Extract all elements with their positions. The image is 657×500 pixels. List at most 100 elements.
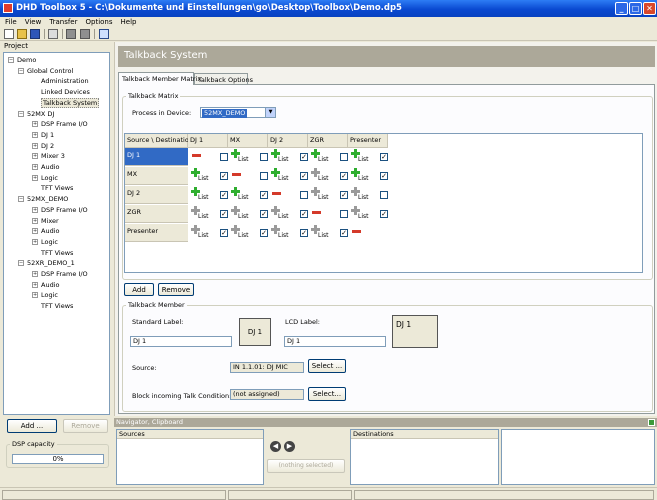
source-select-button[interactable]: Select ... bbox=[308, 359, 346, 373]
tree-item[interactable]: TFT Views bbox=[32, 302, 73, 311]
project-tree[interactable]: − Demo − Global Control Administration Linked… bbox=[3, 52, 110, 415]
matrix-checkbox[interactable]: ✓ bbox=[220, 210, 228, 218]
tree-item[interactable]: − Demo bbox=[8, 56, 36, 65]
arrow-left-icon[interactable]: ◀ bbox=[270, 441, 281, 452]
expand-toggle-icon[interactable]: − bbox=[18, 196, 24, 203]
matrix-cell[interactable]: List ✓ bbox=[309, 167, 349, 185]
tree-item[interactable]: + Mixer 3 bbox=[32, 152, 65, 161]
expand-toggle-icon[interactable]: + bbox=[32, 217, 38, 224]
menu-view[interactable]: View bbox=[20, 17, 45, 26]
matrix-column-header[interactable]: DJ 2 bbox=[268, 134, 308, 148]
matrix-cell[interactable]: List ✓ bbox=[309, 224, 349, 242]
destinations-pane[interactable]: Destinations bbox=[350, 429, 499, 485]
matrix-checkbox[interactable]: ✓ bbox=[340, 172, 348, 180]
matrix-cell[interactable]: List ✓ bbox=[309, 186, 349, 204]
matrix-cell[interactable]: List ✓ bbox=[349, 148, 389, 166]
matrix-cell[interactable] bbox=[309, 205, 349, 223]
matrix-cell[interactable]: List ✓ bbox=[349, 205, 389, 223]
expand-toggle-icon[interactable]: − bbox=[8, 57, 14, 63]
print-icon[interactable] bbox=[48, 29, 58, 39]
tree-item[interactable]: + Logic bbox=[32, 291, 58, 300]
tree-item[interactable]: TFT Views bbox=[32, 184, 73, 193]
tree-item[interactable]: + DJ 1 bbox=[32, 131, 54, 140]
expand-toggle-icon[interactable]: + bbox=[32, 271, 38, 277]
matrix-cell[interactable] bbox=[229, 167, 269, 185]
matrix-row-header[interactable]: MX bbox=[125, 167, 188, 185]
transfer-icon[interactable] bbox=[66, 29, 76, 39]
expand-toggle-icon[interactable]: − bbox=[18, 67, 24, 74]
matrix-row-header[interactable]: Presenter bbox=[125, 224, 188, 242]
matrix-cell[interactable]: List ✓ bbox=[189, 167, 229, 185]
tree-item[interactable]: + Audio bbox=[32, 281, 59, 290]
matrix-checkbox[interactable] bbox=[340, 153, 348, 161]
minimize-button[interactable]: _ bbox=[615, 2, 628, 15]
standard-label-input[interactable]: DJ 1 bbox=[130, 336, 232, 347]
matrix-checkbox[interactable]: ✓ bbox=[220, 191, 228, 199]
matrix-checkbox[interactable] bbox=[260, 172, 268, 180]
expand-toggle-icon[interactable]: + bbox=[32, 281, 38, 288]
matrix-checkbox[interactable]: ✓ bbox=[340, 191, 348, 199]
expand-toggle-icon[interactable]: + bbox=[32, 164, 38, 170]
tree-item[interactable]: + Mixer bbox=[32, 217, 59, 226]
matrix-checkbox[interactable]: ✓ bbox=[380, 153, 388, 161]
matrix-checkbox[interactable] bbox=[220, 153, 228, 161]
matrix-cell[interactable]: List ✓ bbox=[189, 205, 229, 223]
tree-item[interactable]: −52MX DJ bbox=[18, 110, 54, 119]
tree-item[interactable]: − Global Control bbox=[18, 67, 73, 76]
matrix-checkbox[interactable]: ✓ bbox=[380, 210, 388, 218]
matrix-checkbox[interactable]: ✓ bbox=[300, 229, 308, 237]
expand-toggle-icon[interactable]: + bbox=[32, 131, 38, 138]
open-icon[interactable] bbox=[17, 29, 27, 39]
tree-item[interactable]: Talkback System bbox=[32, 97, 100, 108]
matrix-cell[interactable]: List ✓ bbox=[189, 186, 229, 204]
tree-item[interactable]: + DJ 2 bbox=[32, 142, 54, 151]
tree-item[interactable]: + Audio bbox=[32, 163, 59, 172]
matrix-cell[interactable] bbox=[189, 148, 229, 166]
transfer2-icon[interactable] bbox=[80, 29, 90, 39]
maximize-button[interactable]: □ bbox=[629, 2, 642, 15]
save-icon[interactable] bbox=[30, 29, 40, 39]
tree-item[interactable]: Linked Devices bbox=[32, 88, 90, 97]
matrix-cell[interactable]: List ✓ bbox=[269, 205, 309, 223]
matrix-cell[interactable]: List ✓ bbox=[349, 167, 389, 185]
tree-item[interactable]: + Audio bbox=[32, 227, 59, 236]
expand-toggle-icon[interactable]: + bbox=[32, 238, 38, 245]
nothing-selected-button[interactable]: (nothing selected) bbox=[267, 459, 345, 473]
pin-icon[interactable] bbox=[648, 419, 655, 426]
matrix-checkbox[interactable]: ✓ bbox=[300, 210, 308, 218]
matrix-checkbox[interactable]: ✓ bbox=[380, 172, 388, 180]
matrix-column-header[interactable]: DJ 1 bbox=[188, 134, 228, 148]
block-select-button[interactable]: Select... bbox=[308, 387, 346, 401]
matrix-column-header[interactable]: MX bbox=[228, 134, 268, 148]
matrix-remove-button[interactable]: Remove bbox=[158, 283, 194, 296]
matrix-checkbox[interactable]: ✓ bbox=[220, 229, 228, 237]
expand-toggle-icon[interactable]: + bbox=[32, 228, 38, 235]
matrix-cell[interactable] bbox=[269, 186, 309, 204]
matrix-cell[interactable] bbox=[349, 224, 389, 242]
matrix-cell[interactable]: List ✓ bbox=[229, 224, 269, 242]
matrix-checkbox[interactable] bbox=[340, 210, 348, 218]
matrix-row-header[interactable]: ZGR bbox=[125, 205, 188, 223]
tree-item[interactable]: + Logic bbox=[32, 238, 58, 247]
expand-toggle-icon[interactable]: − bbox=[18, 260, 24, 267]
matrix-column-header[interactable]: Presenter bbox=[348, 134, 388, 148]
matrix-cell[interactable]: List ✓ bbox=[269, 167, 309, 185]
expand-toggle-icon[interactable]: + bbox=[32, 292, 38, 299]
clipboard-pane[interactable] bbox=[501, 429, 655, 485]
menu-help[interactable]: Help bbox=[116, 17, 140, 26]
matrix-row-header[interactable]: DJ 2 bbox=[125, 186, 188, 204]
matrix-cell[interactable]: List ✓ bbox=[269, 148, 309, 166]
matrix-cell[interactable]: List ✓ bbox=[229, 186, 269, 204]
tree-item[interactable]: TFT Views bbox=[32, 249, 73, 258]
menu-file[interactable]: File bbox=[0, 17, 20, 26]
matrix-cell[interactable]: List bbox=[309, 148, 349, 166]
expand-toggle-icon[interactable]: + bbox=[32, 174, 38, 181]
tree-item[interactable]: −52XR_DEMO_1 bbox=[18, 259, 75, 268]
matrix-row-header[interactable]: DJ 1 bbox=[125, 148, 188, 166]
tree-item[interactable]: + DSP Frame I/O bbox=[32, 270, 88, 279]
expand-toggle-icon[interactable]: + bbox=[32, 206, 38, 213]
add-button[interactable]: Add ... bbox=[7, 419, 57, 433]
tree-item[interactable]: + DSP Frame I/O bbox=[32, 120, 88, 129]
matrix-cell[interactable]: List bbox=[349, 186, 389, 204]
sources-pane[interactable]: Sources bbox=[116, 429, 264, 485]
